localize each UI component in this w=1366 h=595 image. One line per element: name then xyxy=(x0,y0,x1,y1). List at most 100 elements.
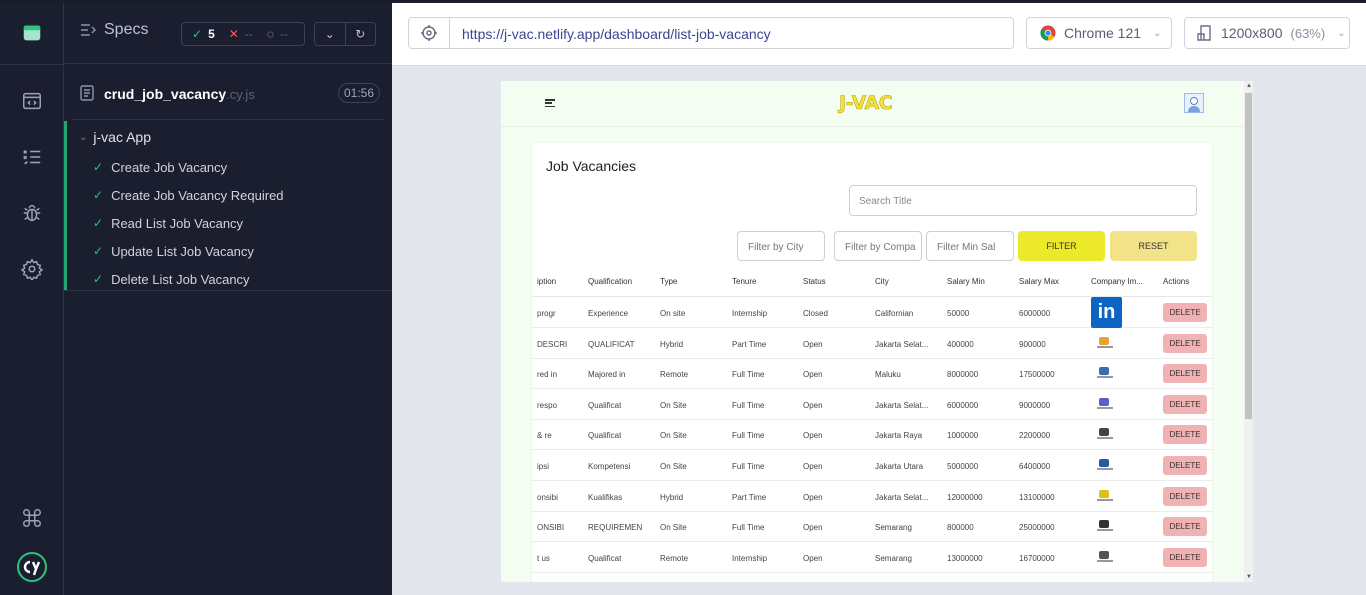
scrollbar-thumb[interactable] xyxy=(1245,93,1252,419)
table-cell: Open xyxy=(803,523,823,533)
filter-button[interactable]: FILTER xyxy=(1018,231,1105,261)
table-cell: REQUIREMEN xyxy=(588,523,643,533)
test-item[interactable]: ✓ Read List Job Vacancy xyxy=(93,209,243,237)
settings-gear-icon[interactable] xyxy=(20,257,44,281)
table-cell: Open xyxy=(803,553,823,563)
table-cell: 8000000 xyxy=(947,370,979,380)
viewport-size: 1200x800 xyxy=(1221,25,1283,41)
test-item[interactable]: ✓ Create Job Vacancy Required xyxy=(93,181,284,209)
table-cell: Semarang xyxy=(875,523,912,533)
table-cell: QUALIFICAT xyxy=(588,339,635,349)
table-cell: Full Time xyxy=(732,523,765,533)
delete-button[interactable]: DELETE xyxy=(1163,394,1207,414)
company-logo xyxy=(1095,518,1115,534)
runs-nav-icon[interactable] xyxy=(20,145,44,169)
specs-title: Specs xyxy=(80,21,148,39)
suite-title[interactable]: ⌄ j-vac App xyxy=(79,129,151,145)
browser-name: Chrome 121 xyxy=(1064,25,1142,41)
reset-button[interactable]: RESET xyxy=(1110,231,1197,261)
table-cell: respo xyxy=(537,400,558,410)
table-cell: Californian xyxy=(875,309,914,318)
debug-nav-icon[interactable] xyxy=(20,201,44,225)
sidebar-rail xyxy=(0,3,64,595)
pending-circle-icon: ◌ xyxy=(266,27,274,41)
delete-button[interactable]: DELETE xyxy=(1163,364,1207,384)
scroll-up-arrow-icon[interactable]: ▲ xyxy=(1246,83,1252,89)
column-header: iption xyxy=(537,277,557,286)
table-cell: 900000 xyxy=(1019,339,1046,349)
viewport-zoom: (63%) xyxy=(1290,25,1326,41)
app-logo[interactable]: J-VAC xyxy=(839,92,893,115)
specs-nav-icon[interactable] xyxy=(20,89,44,113)
spec-file-row[interactable]: crud_job_vacancy.cy.js 01:56 xyxy=(72,74,384,120)
table-cell: Semarang xyxy=(875,553,912,563)
test-item[interactable]: ✓ Delete List Job Vacancy xyxy=(93,265,250,293)
chevron-down-icon: ⌄ xyxy=(1337,27,1346,39)
test-suite: ⌄ j-vac App ✓ Create Job Vacancy ✓ Create … xyxy=(64,121,376,291)
table-cell: Jakarta Selat... xyxy=(875,339,929,349)
search-title-input[interactable]: Search Title xyxy=(849,185,1197,216)
table-row: red in Majored in Remote Full Time Open Maluk… xyxy=(532,358,1212,390)
delete-button[interactable]: DELETE xyxy=(1163,547,1207,567)
spec-file-ext: .cy.js xyxy=(226,87,255,102)
table-cell: Open xyxy=(803,431,823,441)
table-cell: red in xyxy=(537,370,558,380)
cypress-logo-icon xyxy=(16,551,48,583)
table-row: t us Qualificat Remote Internship Open Semara… xyxy=(532,542,1212,573)
delete-button[interactable]: DELETE xyxy=(1163,486,1207,506)
table-cell: Full Time xyxy=(732,462,765,471)
table-cell: ipsi xyxy=(537,462,550,471)
test-label: Delete List Job Vacancy xyxy=(111,271,250,287)
browser-select[interactable]: Chrome 121 ⌄ xyxy=(1026,17,1172,49)
company-logo xyxy=(1095,488,1115,504)
selector-playground-icon[interactable] xyxy=(409,18,450,48)
url-box: https://j-vac.netlify.app/dashboard/list… xyxy=(408,17,1014,49)
url-text[interactable]: https://j-vac.netlify.app/dashboard/list… xyxy=(462,26,771,42)
table-cell: progr xyxy=(537,309,556,318)
table-cell: DESCRI xyxy=(537,339,568,349)
test-item[interactable]: ✓ Create Job Vacancy xyxy=(93,153,227,181)
table-cell: Remote xyxy=(660,370,689,380)
scroll-down-arrow-icon[interactable]: ▼ xyxy=(1246,574,1252,580)
filter-city-input[interactable]: Filter by City xyxy=(737,231,825,261)
keyboard-shortcuts-icon[interactable] xyxy=(20,506,44,530)
filter-company-input[interactable]: Filter by Compa xyxy=(834,231,922,261)
filter-salary-input[interactable]: Filter Min Sal xyxy=(926,231,1014,261)
app-scrollbar[interactable]: ▲ ▼ xyxy=(1244,81,1253,582)
table-cell: onsibi xyxy=(537,492,558,502)
table-cell: Hybrid xyxy=(660,339,684,349)
spec-file-name: crud_job_vacancy.cy.js xyxy=(104,86,255,102)
file-icon xyxy=(80,85,94,101)
delete-button[interactable]: DELETE xyxy=(1163,517,1207,537)
table-row: respo Qualificat On Site Full Time Open Jakar… xyxy=(532,389,1212,420)
cypress-app-icon[interactable] xyxy=(20,21,44,45)
specs-list-icon xyxy=(81,24,96,36)
table-cell: 9000000 xyxy=(1019,400,1051,410)
table-cell: Experience xyxy=(588,309,629,318)
chrome-icon xyxy=(1040,25,1056,41)
job-vacancies-card: Job Vacancies Search Title Filter by Cit… xyxy=(532,143,1212,582)
chevron-down-icon[interactable]: ⌄ xyxy=(315,23,346,45)
delete-button[interactable]: DELETE xyxy=(1163,333,1207,353)
user-avatar-icon[interactable] xyxy=(1184,93,1204,113)
table-cell: Remote xyxy=(660,553,689,563)
delete-button[interactable]: DELETE xyxy=(1163,425,1207,445)
delete-button[interactable]: DELETE xyxy=(1163,303,1207,322)
table-header: iption Qualification Type Tenure Status … xyxy=(532,265,1212,297)
table-row: DESCRI QUALIFICAT Hybrid Part Time Open Jakar… xyxy=(532,328,1212,359)
passed-count: 5 xyxy=(208,27,215,41)
delete-button[interactable]: DELETE xyxy=(1163,456,1207,475)
table-cell: 400000 xyxy=(947,339,974,349)
table-cell: On site xyxy=(660,309,686,318)
check-icon: ✓ xyxy=(93,160,104,174)
viewport-select[interactable]: 1200x800 (63%) ⌄ xyxy=(1184,17,1350,49)
failed-count: -- xyxy=(244,27,253,41)
page-title: Job Vacancies xyxy=(546,158,637,174)
table-cell: On Site xyxy=(660,462,687,471)
table-cell: Full Time xyxy=(732,400,765,410)
table-row: ONSIBI REQUIREMEN On Site Full Time Open Sema… xyxy=(532,511,1212,543)
rail-divider xyxy=(0,64,64,65)
rerun-icon[interactable]: ↻ xyxy=(346,23,376,45)
hamburger-menu-icon[interactable] xyxy=(545,99,555,107)
test-item[interactable]: ✓ Update List Job Vacancy xyxy=(93,237,254,265)
